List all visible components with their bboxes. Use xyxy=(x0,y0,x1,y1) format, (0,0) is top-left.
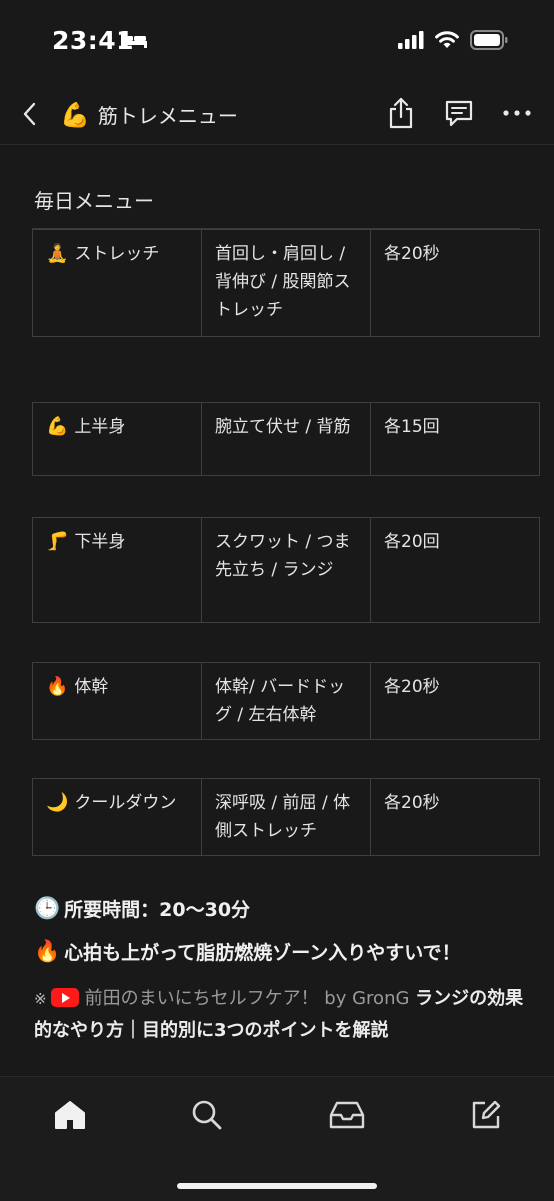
fire-emoji-icon: 🔥 xyxy=(46,676,69,697)
compose-icon xyxy=(472,1100,501,1129)
table-cell-category[interactable]: 🔥 体幹 xyxy=(32,662,202,740)
muscle-emoji-icon: 💪 xyxy=(46,416,69,437)
battery-icon xyxy=(470,30,508,54)
menu-table-stretch[interactable]: 🧘 ストレッチ 首回し・肩回し / 背伸び / 股関節ストレッチ 各20秒 xyxy=(32,229,540,337)
status-bar: 23:41 xyxy=(0,0,554,86)
table-cell-exercises[interactable]: 首回し・肩回し / 背伸び / 股関節ストレッチ xyxy=(201,229,371,337)
leg-emoji-icon: 🦵 xyxy=(46,531,69,552)
more-icon xyxy=(503,110,531,116)
table-cell-amount[interactable]: 各20回 xyxy=(370,517,540,623)
category-label: クールダウン xyxy=(74,793,177,813)
comment-icon xyxy=(445,100,473,127)
source-link[interactable]: ※ 前田のまいにちセルフケア！ by GronG ランジの効果的なやり方｜目的別に… xyxy=(34,983,524,1046)
fat-burn-note-text: 心拍も上がって脂肪燃焼ゾーン入りやすいで！ xyxy=(64,942,461,964)
wifi-icon xyxy=(434,30,460,54)
more-button[interactable] xyxy=(500,96,534,130)
menu-table-upper-body[interactable]: 💪 上半身 腕立て伏せ / 背筋 各15回 xyxy=(32,402,540,476)
sleep-mode-icon xyxy=(120,31,148,53)
page-content[interactable]: 毎日メニュー 🧘 ストレッチ 首回し・肩回し / 背伸び / 股関節ストレッチ 各… xyxy=(0,145,554,1075)
inbox-icon xyxy=(329,1101,365,1129)
table-cell-exercises[interactable]: 腕立て伏せ / 背筋 xyxy=(201,402,371,476)
table-row: 🌙 クールダウン 深呼吸 / 前屈 / 体側ストレッチ 各20秒 xyxy=(32,778,540,856)
table-cell-amount[interactable]: 各20秒 xyxy=(370,662,540,740)
tab-home[interactable] xyxy=(50,1095,90,1135)
source-channel: 前田のまいにちセルフケア！ by GronG xyxy=(84,988,410,1009)
nav-actions xyxy=(384,96,534,130)
status-indicators xyxy=(398,30,508,54)
table-cell-category[interactable]: 🦵 下半身 xyxy=(32,517,202,623)
share-icon xyxy=(389,97,413,129)
table-cell-category[interactable]: 🧘 ストレッチ xyxy=(32,229,202,337)
menu-table-cooldown[interactable]: 🌙 クールダウン 深呼吸 / 前屈 / 体側ストレッチ 各20秒 xyxy=(32,778,540,856)
table-cell-exercises[interactable]: 深呼吸 / 前屈 / 体側ストレッチ xyxy=(201,778,371,856)
moon-emoji-icon: 🌙 xyxy=(46,792,69,813)
table-row: 🧘 ストレッチ 首回し・肩回し / 背伸び / 股関節ストレッチ 各20秒 xyxy=(32,229,540,337)
clock-icon: 🕒 xyxy=(34,896,61,920)
menu-table-core[interactable]: 🔥 体幹 体幹/ バードドッグ / 左右体幹 各20秒 xyxy=(32,662,540,740)
table-cell-exercises[interactable]: スクワット / つま先立ち / ランジ xyxy=(201,517,371,623)
fat-burn-note: 🔥 心拍も上がって脂肪燃焼ゾーン入りやすいで！ xyxy=(34,938,461,965)
cellular-signal-icon xyxy=(398,31,424,53)
section-heading: 毎日メニュー xyxy=(34,189,154,213)
fire-icon: 🔥 xyxy=(34,939,61,963)
table-cell-amount[interactable]: 各20秒 xyxy=(370,229,540,337)
time-note: 🕒 所要時間：20〜30分 xyxy=(34,895,250,922)
youtube-icon xyxy=(50,988,79,1007)
navigation-bar: 💪 筋トレメニュー xyxy=(0,86,554,145)
category-label: 体幹 xyxy=(74,677,109,697)
stretch-emoji-icon: 🧘 xyxy=(46,243,69,264)
table-row: 💪 上半身 腕立て伏せ / 背筋 各15回 xyxy=(32,402,540,476)
menu-table-lower-body[interactable]: 🦵 下半身 スクワット / つま先立ち / ランジ 各20回 xyxy=(32,517,540,623)
table-cell-exercises[interactable]: 体幹/ バードドッグ / 左右体幹 xyxy=(201,662,371,740)
page-title: 💪 筋トレメニュー xyxy=(60,100,238,129)
search-icon xyxy=(192,1100,222,1130)
table-row: 🔥 体幹 体幹/ バードドッグ / 左右体幹 各20秒 xyxy=(32,662,540,740)
table-cell-amount[interactable]: 各20秒 xyxy=(370,778,540,856)
back-button[interactable] xyxy=(14,98,46,130)
page-title-text: 筋トレメニュー xyxy=(97,104,238,128)
reference-mark: ※ xyxy=(34,990,47,1008)
tab-compose[interactable] xyxy=(466,1095,506,1135)
share-button[interactable] xyxy=(384,96,418,130)
table-cell-category[interactable]: 💪 上半身 xyxy=(32,402,202,476)
category-label: 下半身 xyxy=(74,532,126,552)
table-cell-amount[interactable]: 各15回 xyxy=(370,402,540,476)
page-icon: 💪 xyxy=(60,100,90,129)
tab-search[interactable] xyxy=(187,1095,227,1135)
time-note-text: 所要時間：20〜30分 xyxy=(64,899,251,921)
tab-inbox[interactable] xyxy=(327,1095,367,1135)
category-label: ストレッチ xyxy=(74,244,160,264)
category-label: 上半身 xyxy=(74,417,126,437)
comment-button[interactable] xyxy=(442,96,476,130)
table-row: 🦵 下半身 スクワット / つま先立ち / ランジ 各20回 xyxy=(32,517,540,623)
home-icon xyxy=(55,1101,85,1129)
chevron-left-icon xyxy=(23,102,36,126)
home-indicator[interactable] xyxy=(177,1183,377,1189)
table-cell-category[interactable]: 🌙 クールダウン xyxy=(32,778,202,856)
